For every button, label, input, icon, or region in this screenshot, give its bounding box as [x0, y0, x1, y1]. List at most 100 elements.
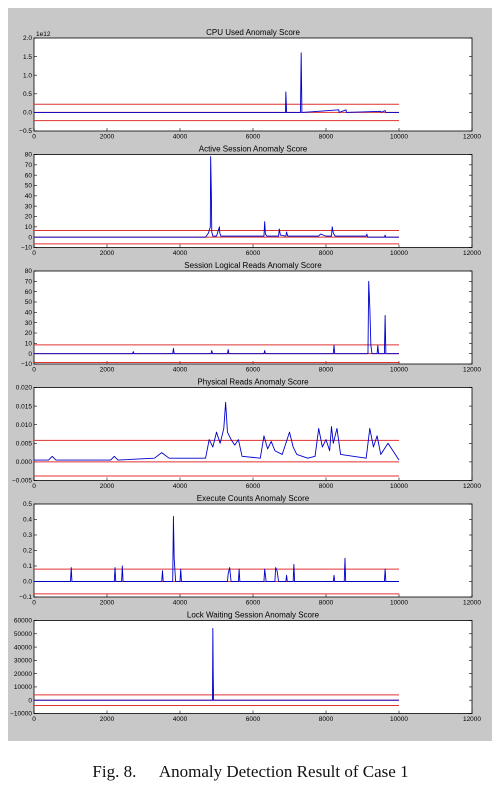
- y-tick-label: 10: [25, 224, 33, 231]
- x-tick-label: 2000: [100, 367, 115, 374]
- y-tick-label: 20: [25, 330, 33, 337]
- x-tick-label: 6000: [246, 250, 261, 257]
- chart-panel-4: Execute Counts Anomaly Score −0.1 0.0 0.1 0.…: [19, 494, 481, 607]
- x-tick-label: 10000: [390, 250, 408, 257]
- chart-panel-1: Active Session Anomaly Score−10010203040…: [21, 145, 481, 258]
- x-tick-label: 6000: [246, 367, 261, 374]
- x-tick-label: 10000: [390, 600, 408, 607]
- caption-text: Anomaly Detection Result of Case 1: [158, 762, 409, 781]
- y-tick-label: 0.5: [23, 501, 32, 508]
- x-tick-label: 2000: [100, 716, 115, 723]
- x-tick-label: 2000: [100, 134, 115, 141]
- y-tick-label: 2.0: [23, 35, 32, 42]
- plot-area: [33, 270, 473, 365]
- y-tick-label: 60: [25, 172, 33, 179]
- y-tick-label: 10000: [14, 684, 32, 691]
- x-tick-label: 12000: [463, 367, 481, 374]
- chart-panel-2: Session Logical Reads Anomaly Score−1001…: [21, 261, 481, 374]
- y-tick-label: −0.5: [19, 128, 32, 135]
- y-tick-label: 80: [25, 152, 33, 159]
- x-tick-label: 10000: [390, 367, 408, 374]
- y-tick-label: 0.0: [23, 579, 32, 586]
- x-tick-label: 0: [32, 250, 36, 257]
- plot-area: [33, 37, 473, 132]
- figure-caption: Fig. 8. Anomaly Detection Result of Case…: [0, 762, 501, 782]
- charts-canvas: CPU Used Anomaly Score 1e12 −0.5 0.0 0.5 1.0 1…: [10, 28, 481, 723]
- y-tick-label: 0: [28, 351, 32, 358]
- y-tick-label: 0.020: [16, 385, 33, 392]
- x-tick-label: 8000: [319, 134, 334, 141]
- y-tick-label: 20000: [14, 671, 32, 678]
- caption-label: Fig. 8.: [92, 762, 137, 781]
- x-tick-label: 6000: [246, 600, 261, 607]
- y-tick-label: 30: [25, 203, 33, 210]
- chart-title: Execute Counts Anomaly Score: [197, 494, 310, 503]
- x-tick-label: 10000: [390, 483, 408, 490]
- x-tick-label: 12000: [463, 600, 481, 607]
- y-tick-label: 0.2: [23, 548, 32, 555]
- x-tick-label: 4000: [173, 134, 188, 141]
- x-tick-label: 12000: [463, 250, 481, 257]
- x-tick-label: 4000: [173, 367, 188, 374]
- x-tick-label: 4000: [173, 716, 188, 723]
- chart-title: CPU Used Anomaly Score: [206, 28, 300, 37]
- y-tick-label: 0.0: [23, 110, 32, 117]
- y-tick-label: 70: [25, 162, 33, 169]
- x-tick-label: 6000: [246, 483, 261, 490]
- chart-title: Physical Reads Anomaly Score: [197, 378, 309, 387]
- figure-panel: CPU Used Anomaly Score 1e12 −0.5 0.0 0.5 1.0 1…: [8, 8, 492, 741]
- chart-title: Active Session Anomaly Score: [199, 145, 308, 154]
- y-tick-label: 0.000: [16, 459, 33, 466]
- y-tick-label: 0.1: [23, 563, 32, 570]
- y-tick-label: 50: [25, 299, 33, 306]
- x-tick-label: 2000: [100, 250, 115, 257]
- y-tick-label: −0.1: [19, 594, 32, 601]
- x-tick-label: 12000: [463, 134, 481, 141]
- y-tick-label: 0: [28, 697, 32, 704]
- y-tick-label: −10: [21, 361, 32, 368]
- y-tick-label: 0: [28, 234, 32, 241]
- y-tick-label: 50: [25, 183, 33, 190]
- plot-area: [33, 503, 473, 598]
- plot-area: [33, 154, 473, 248]
- y-tick-label: 30: [25, 320, 33, 327]
- x-tick-label: 0: [32, 367, 36, 374]
- y-tick-label: −0.005: [12, 478, 32, 485]
- x-tick-label: 4000: [173, 600, 188, 607]
- y-tick-label: 60: [25, 289, 33, 296]
- plot-area: [33, 620, 473, 714]
- x-tick-label: 4000: [173, 483, 188, 490]
- x-tick-label: 8000: [319, 716, 334, 723]
- y-tick-label: 10: [25, 341, 33, 348]
- y-tick-label: 40000: [14, 644, 32, 651]
- plot-area: [33, 387, 473, 481]
- x-tick-label: 4000: [173, 250, 188, 257]
- x-tick-label: 8000: [319, 600, 334, 607]
- x-tick-label: 0: [32, 600, 36, 607]
- y-tick-label: 0.010: [16, 422, 33, 429]
- y-tick-label: −10: [21, 245, 32, 252]
- y-tick-label: 20: [25, 214, 33, 221]
- y-tick-label: 50000: [14, 631, 32, 638]
- y-tick-label: 70: [25, 279, 33, 286]
- y-tick-label: 0.5: [23, 91, 32, 98]
- x-tick-label: 8000: [319, 367, 334, 374]
- x-tick-label: 0: [32, 134, 36, 141]
- x-tick-label: 0: [32, 716, 36, 723]
- x-tick-label: 6000: [246, 134, 261, 141]
- x-tick-label: 0: [32, 483, 36, 490]
- x-tick-label: 12000: [463, 716, 481, 723]
- chart-panel-0: CPU Used Anomaly Score 1e12 −0.5 0.0 0.5 1.0 1…: [19, 28, 481, 141]
- axis-scale-label: 1e12: [36, 31, 51, 38]
- y-tick-label: 0.4: [23, 517, 32, 524]
- y-tick-label: 80: [25, 268, 33, 275]
- chart-panel-3: Physical Reads Anomaly Score −0.005 0.000 0…: [12, 378, 481, 491]
- x-tick-label: 10000: [390, 134, 408, 141]
- y-tick-label: 40: [25, 310, 33, 317]
- x-tick-label: 2000: [100, 483, 115, 490]
- chart-title: Lock Waiting Session Anomaly Score: [187, 611, 320, 620]
- y-tick-label: 30000: [14, 658, 32, 665]
- y-tick-label: 0.3: [23, 532, 32, 539]
- x-tick-label: 8000: [319, 483, 334, 490]
- y-tick-label: 40: [25, 193, 33, 200]
